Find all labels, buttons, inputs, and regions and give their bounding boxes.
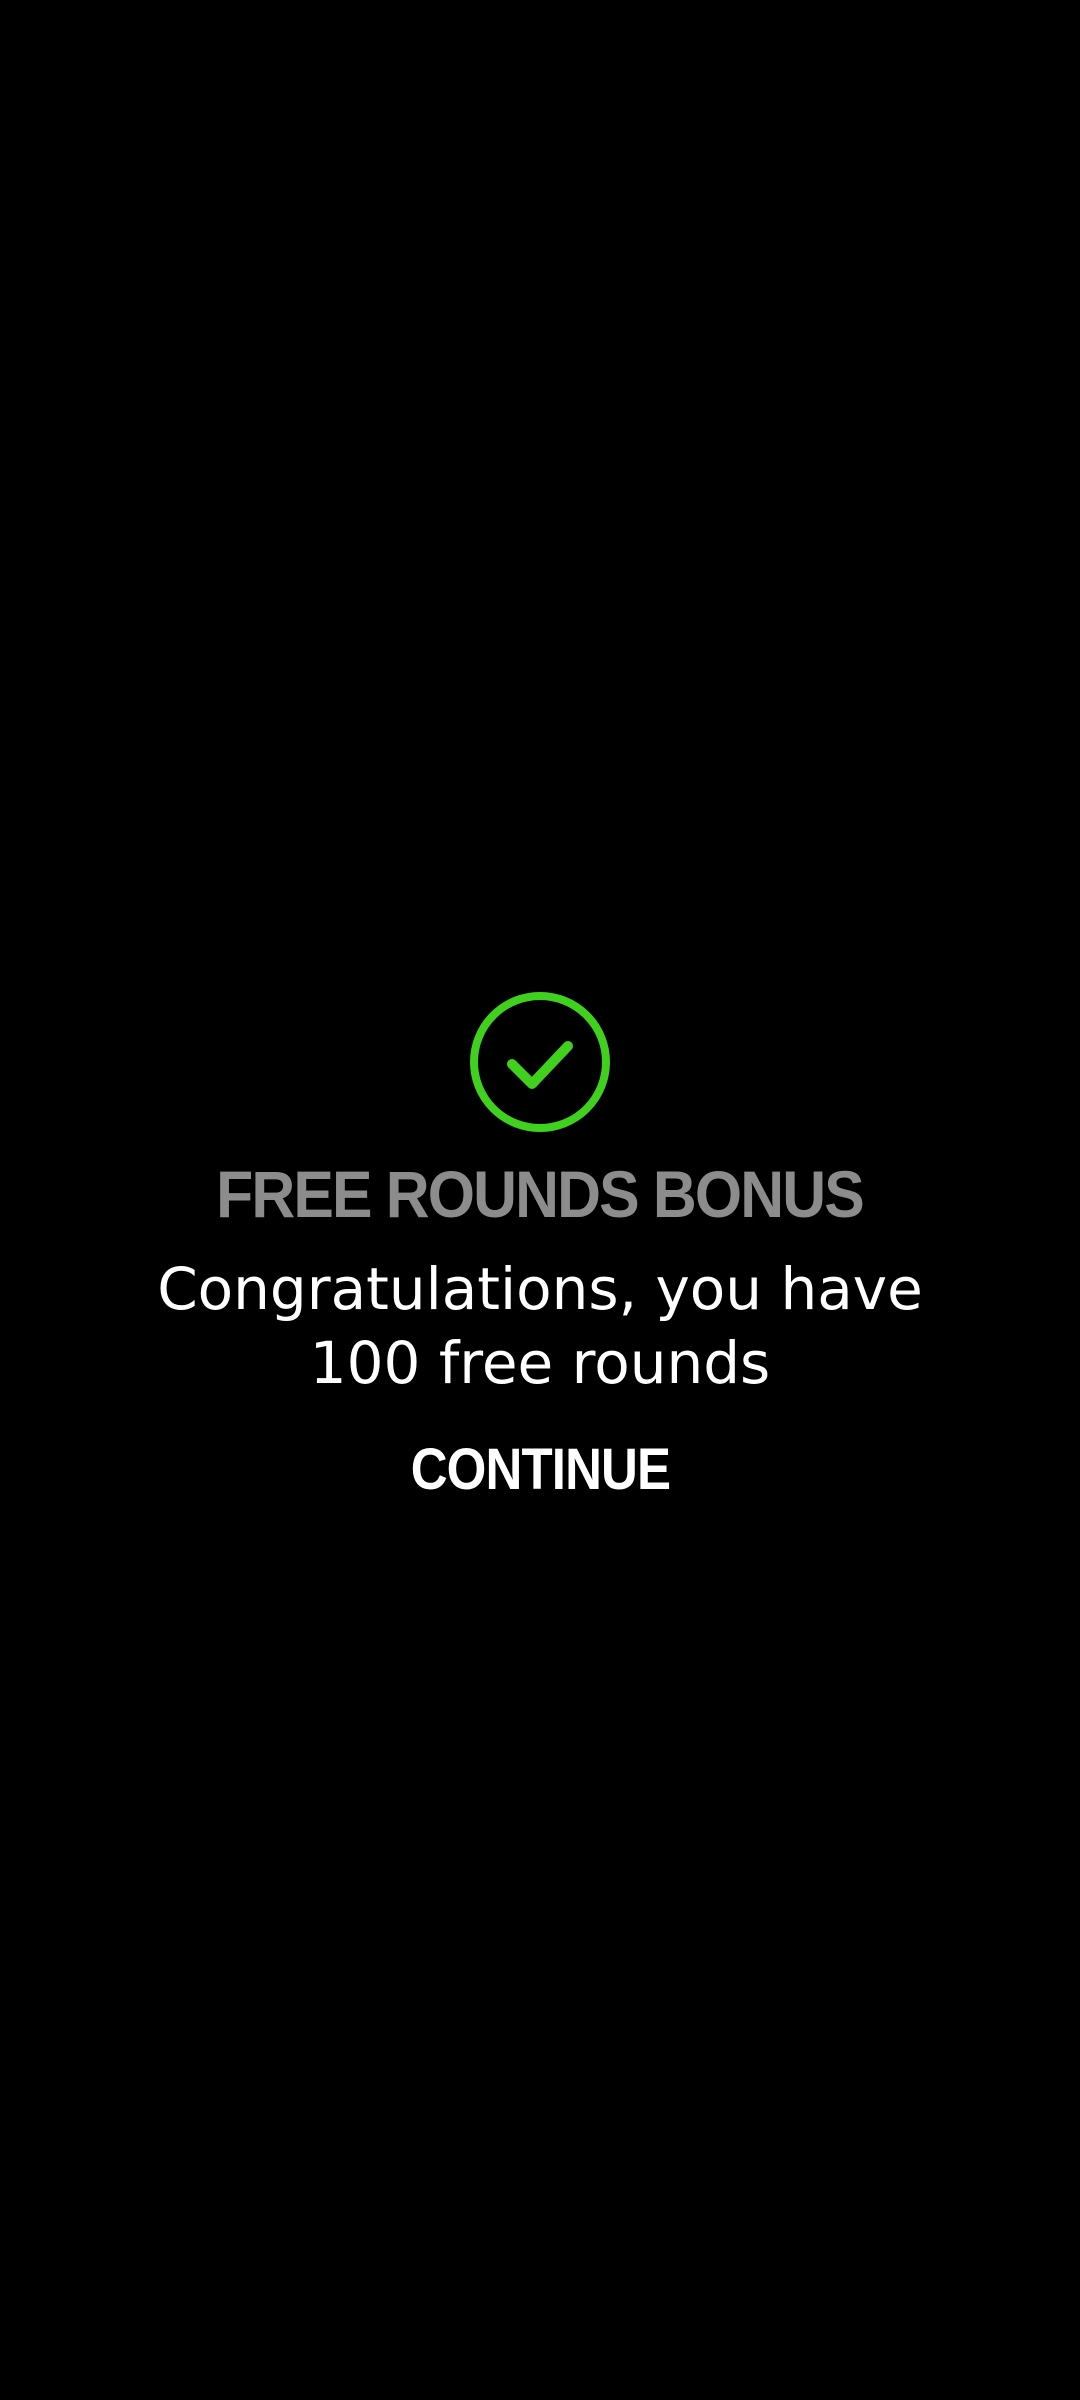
bonus-dialog: FREE ROUNDS BONUS Congratulations, you h… [0, 990, 1080, 1510]
check-circle-icon [470, 992, 610, 1132]
bonus-message-line-2: 100 free rounds [309, 1329, 771, 1397]
bonus-message: Congratulations, you have 100 free round… [90, 1252, 990, 1400]
bonus-title: FREE ROUNDS BONUS [216, 1157, 866, 1231]
continue-button[interactable]: CONTINUE [393, 1430, 688, 1510]
screen: FREE ROUNDS BONUS Congratulations, you h… [0, 0, 1080, 2400]
bonus-message-line-1: Congratulations, you have [157, 1255, 923, 1323]
